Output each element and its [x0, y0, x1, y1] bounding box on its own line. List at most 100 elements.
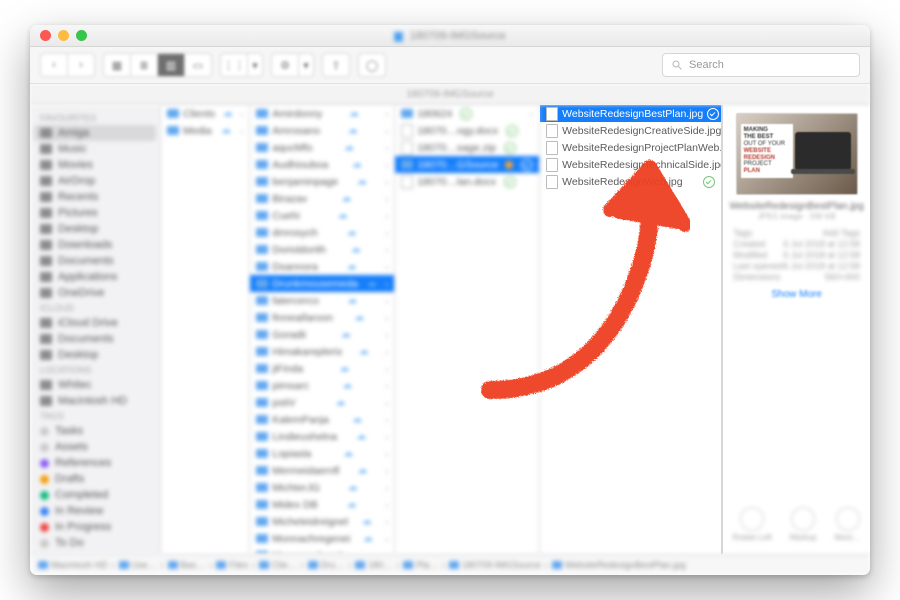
path-bar[interactable]: Macintosh HD›Use…›Bas…›Files›Clie…›Dru…›…: [30, 554, 870, 575]
sidebar-item[interactable]: In Progress: [30, 519, 160, 535]
sidebar-item[interactable]: Music: [30, 141, 160, 157]
list-item[interactable]: MichterJG☁︎›: [250, 479, 394, 496]
more-action[interactable]: More…: [834, 507, 860, 542]
list-item[interactable]: Momesaphend☁︎›: [250, 547, 394, 554]
path-segment[interactable]: 180709-IMGSource: [449, 560, 541, 570]
list-item[interactable]: WebsiteRedesignCreativeSide.jpg: [540, 122, 721, 139]
list-item[interactable]: 18070…ogy.docx: [395, 122, 539, 139]
path-segment[interactable]: Pla…: [403, 560, 438, 570]
list-item[interactable]: 180624›: [395, 105, 539, 122]
list-item[interactable]: Lopiasla☁︎›: [250, 445, 394, 462]
list-item[interactable]: WebsiteRedesignWeb.jpg: [540, 173, 721, 190]
path-segment[interactable]: Clie…: [259, 560, 297, 570]
action-button[interactable]: ⚙▾: [271, 53, 314, 77]
list-item[interactable]: fatercerco☁︎›: [250, 292, 394, 309]
arrange-button[interactable]: ⋮⋮▾: [220, 53, 263, 77]
list-item[interactable]: Himakareplerix☁︎›: [250, 343, 394, 360]
path-segment[interactable]: Dru…: [308, 560, 345, 570]
markup-action[interactable]: Markup: [790, 507, 817, 542]
sidebar-item[interactable]: Amiga: [34, 125, 156, 141]
list-item[interactable]: Clients☁︎›: [161, 105, 249, 122]
path-segment[interactable]: WebsiteRedesignBestPlan.jpg: [552, 560, 686, 570]
sidebar-item[interactable]: iCloud Drive: [30, 315, 160, 331]
sidebar-item[interactable]: Completed: [30, 487, 160, 503]
list-item[interactable]: WebsiteRedesignTechnicalSide.jpg: [540, 156, 721, 173]
list-item[interactable]: Media☁︎›: [161, 122, 249, 139]
list-view-button[interactable]: ≣: [131, 54, 158, 76]
list-item[interactable]: Dorioldorith☁︎›: [250, 241, 394, 258]
list-item[interactable]: Micheleidreignel☁︎›: [250, 513, 394, 530]
share-button[interactable]: ⇪: [322, 53, 350, 77]
column-2[interactable]: Amirdonny☁︎›Amrosano☁︎›aqucMfo☁︎›Audhiou…: [250, 105, 395, 554]
sidebar-item[interactable]: Documents: [30, 253, 160, 269]
sidebar-item[interactable]: To Do: [30, 535, 160, 551]
list-item[interactable]: Amirdonny☁︎›: [250, 105, 394, 122]
column-4[interactable]: WebsiteRedesignBestPlan.jpg WebsiteRedesi…: [540, 105, 722, 554]
preview-thumbnail[interactable]: MAKING THE BEST OUT OF YOUR WEBSITE REDE…: [736, 113, 858, 195]
list-item[interactable]: 18070…GSource›: [395, 156, 539, 173]
list-item[interactable]: 18070…sage.zip: [395, 139, 539, 156]
list-item[interactable]: Monnachregenei☁︎›: [250, 530, 394, 547]
list-item[interactable]: Drunkmousemeda☁︎›: [250, 275, 394, 292]
list-item[interactable]: pimsarc☁︎›: [250, 377, 394, 394]
sidebar-item[interactable]: Pictures: [30, 205, 160, 221]
list-item[interactable]: jiFinda☁︎›: [250, 360, 394, 377]
column-1[interactable]: Clients☁︎›Media☁︎›: [161, 105, 250, 554]
show-more-link[interactable]: Show More: [771, 289, 822, 300]
list-item[interactable]: KalemPanja☁︎›: [250, 411, 394, 428]
icon-view-button[interactable]: ▦: [104, 54, 131, 76]
back-button[interactable]: ‹: [41, 54, 68, 76]
list-item[interactable]: aqucMfo☁︎›: [250, 139, 394, 156]
list-item[interactable]: Goradii☁︎›: [250, 326, 394, 343]
list-item[interactable]: Lindieushelna☁︎›: [250, 428, 394, 445]
chevron-right-icon: ›: [240, 109, 243, 119]
path-segment[interactable]: 180…: [355, 560, 392, 570]
tags-button[interactable]: ◯: [358, 53, 386, 77]
body: FavouritesAmigaMusicMoviesAirDropRecents…: [30, 105, 870, 554]
path-segment[interactable]: Use…: [119, 560, 157, 570]
list-item[interactable]: 18070…lan.docx: [395, 173, 539, 190]
list-item[interactable]: Cuehi☁︎›: [250, 207, 394, 224]
sidebar-item[interactable]: Desktop: [30, 347, 160, 363]
sidebar-item[interactable]: Downloads: [30, 237, 160, 253]
sidebar-item[interactable]: Drafts: [30, 471, 160, 487]
sidebar-item[interactable]: Assets: [30, 439, 160, 455]
list-item[interactable]: WebsiteRedesignProjectPlanWeb.jpg: [540, 139, 721, 156]
sidebar-item[interactable]: References: [30, 455, 160, 471]
sidebar-item[interactable]: Applications: [30, 269, 160, 285]
list-item[interactable]: Amrosano☁︎›: [250, 122, 394, 139]
list-item[interactable]: Dsannora☁︎›: [250, 258, 394, 275]
list-item[interactable]: benjaminpage☁︎›: [250, 173, 394, 190]
folder-icon: [256, 500, 268, 509]
sidebar-item[interactable]: OneDrive: [30, 285, 160, 301]
sidebar-item-label: Desktop: [58, 349, 98, 361]
sidebar-item[interactable]: In Review: [30, 503, 160, 519]
path-segment[interactable]: Files: [216, 560, 248, 570]
list-item[interactable]: Mermeidaernfl☁︎›: [250, 462, 394, 479]
forward-button[interactable]: ›: [68, 54, 94, 76]
list-item[interactable]: pstiV☁︎›: [250, 394, 394, 411]
path-segment[interactable]: Macintosh HD: [38, 560, 108, 570]
sidebar-item[interactable]: Macintosh HD: [30, 393, 160, 409]
column-view-button[interactable]: ▥: [158, 54, 185, 76]
sidebar-glyph-icon: [40, 256, 52, 266]
search-field[interactable]: Search: [662, 53, 860, 77]
list-item[interactable]: Birazav☁︎›: [250, 190, 394, 207]
sidebar-item[interactable]: Movies: [30, 157, 160, 173]
file-label: WebsiteRedesignBestPlan.jpg: [562, 108, 703, 120]
sidebar-item[interactable]: AirDrop: [30, 173, 160, 189]
list-item[interactable]: Audhiouboa☁︎›: [250, 156, 394, 173]
list-item[interactable]: WebsiteRedesignBestPlan.jpg: [540, 105, 721, 122]
gallery-view-button[interactable]: ▭: [185, 54, 211, 76]
sidebar-item[interactable]: Desktop: [30, 221, 160, 237]
rotate-left-action[interactable]: Rotate Left: [733, 507, 772, 542]
sidebar-item[interactable]: Tasks: [30, 423, 160, 439]
column-3[interactable]: 180624›18070…ogy.docx18070…sage.zip18070…: [395, 105, 540, 554]
sidebar-item[interactable]: Documents: [30, 331, 160, 347]
list-item[interactable]: finneaifaroon☁︎›: [250, 309, 394, 326]
sidebar-item[interactable]: Recents: [30, 189, 160, 205]
list-item[interactable]: dmrosych☁︎›: [250, 224, 394, 241]
path-segment[interactable]: Bas…: [168, 560, 206, 570]
sidebar-item[interactable]: Whitec: [30, 377, 160, 393]
list-item[interactable]: Midex DB☁︎›: [250, 496, 394, 513]
